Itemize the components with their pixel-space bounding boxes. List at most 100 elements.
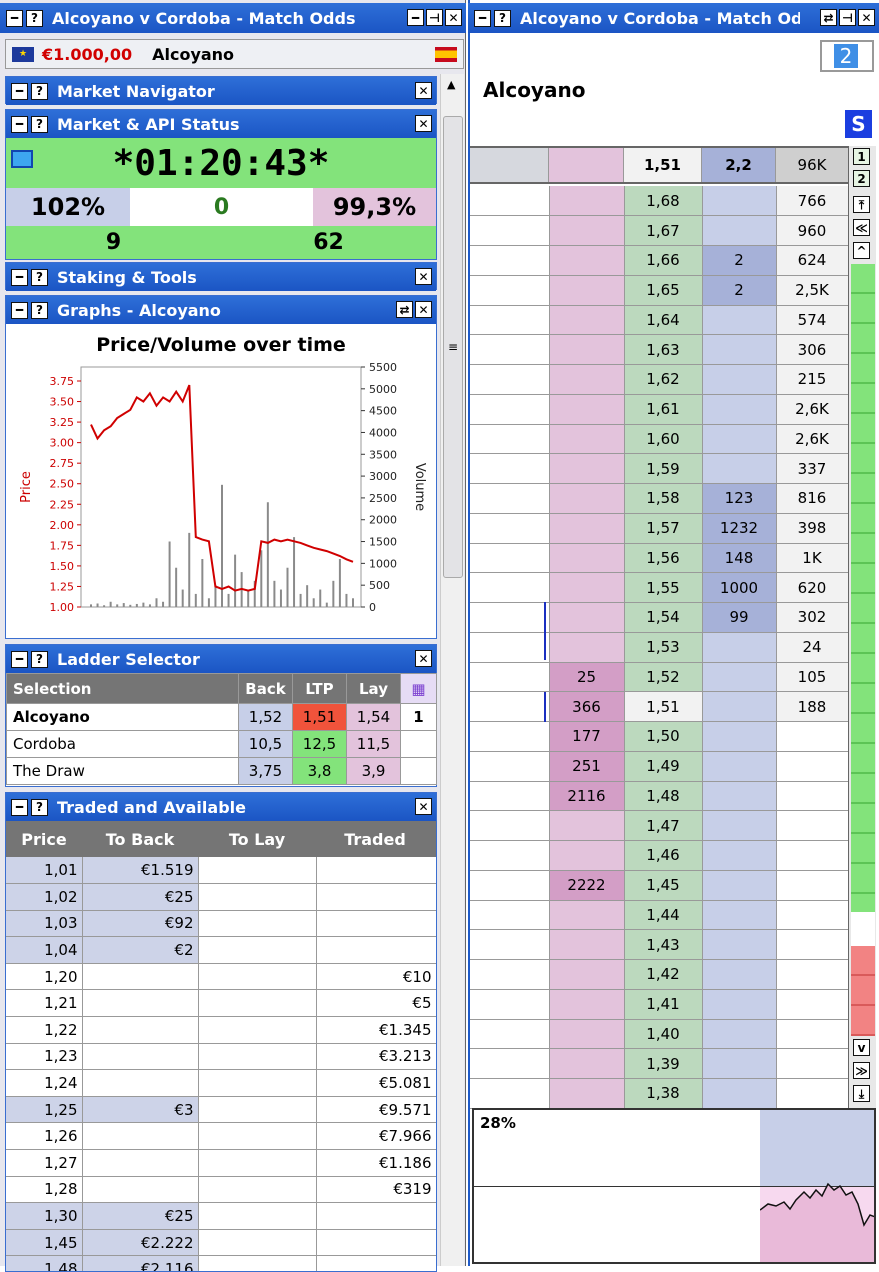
minimize-icon[interactable]: ━ [11,650,28,668]
close-icon[interactable]: ✕ [415,798,432,815]
minimize-icon[interactable]: ━ [474,9,491,27]
lay-cell[interactable] [702,781,777,812]
scroll-up-icon[interactable]: ▲ [447,78,455,91]
help-icon[interactable]: ? [31,650,48,668]
back-cell[interactable] [549,424,625,455]
lay-cell[interactable] [702,751,777,782]
lay-cell[interactable] [702,989,777,1020]
back-cell[interactable] [549,810,625,841]
back-cell[interactable] [549,543,625,574]
lay-cell[interactable] [702,1048,777,1079]
help-icon[interactable]: ? [26,9,43,27]
close-icon[interactable]: ✕ [415,115,432,132]
lay-cell[interactable]: 1232 [702,513,777,544]
lay-cell[interactable] [702,810,777,841]
lay-cell[interactable] [702,364,777,395]
lay-cell[interactable] [702,453,777,484]
selection-name[interactable]: Alcoyano [6,703,239,731]
lay-cell[interactable] [702,305,777,336]
minimize-icon[interactable]: ━ [11,268,28,286]
lay-price[interactable]: 1,54 [346,703,401,731]
lay-price[interactable]: 3,9 [346,757,401,785]
back-cell[interactable] [549,513,625,544]
selector-row-cordoba[interactable]: Cordoba 10,5 12,5 11,5 [6,730,437,758]
page-up-icon[interactable]: ≪ [853,219,870,236]
back-cell[interactable] [549,602,625,633]
page-down-icon[interactable]: ≫ [853,1062,870,1079]
help-icon[interactable]: ? [494,9,511,27]
lay-cell[interactable]: 148 [702,543,777,574]
back-cell[interactable] [549,186,625,217]
minimize-icon[interactable]: ━ [11,115,28,133]
back-cell[interactable] [549,275,625,306]
refresh-icon[interactable]: ⇄ [396,301,413,318]
back-price[interactable]: 10,5 [238,730,293,758]
back-price[interactable]: 1,52 [238,703,293,731]
lay-cell[interactable] [702,1019,777,1050]
close-icon[interactable]: ✕ [415,268,432,285]
lay-cell[interactable]: 2 [702,275,777,306]
lay-cell[interactable] [702,394,777,425]
lay-cell[interactable] [702,632,777,663]
refresh-icon[interactable]: ⇄ [820,9,837,26]
lay-cell[interactable] [702,959,777,990]
help-icon[interactable]: ? [31,301,48,319]
ladder-option-2-icon[interactable]: 2 [853,170,870,187]
close-icon[interactable]: ✕ [415,650,432,667]
selection-name[interactable]: The Draw [6,757,239,785]
selection-name[interactable]: Cordoba [6,730,239,758]
back-cell[interactable] [549,394,625,425]
minimize-icon[interactable]: ━ [11,798,28,816]
lay-cell[interactable] [702,870,777,901]
minimize-icon[interactable]: ━ [11,301,28,319]
pin-icon[interactable]: ⊣ [426,9,443,26]
left-window-titlebar[interactable]: ━ ? Alcoyano v Cordoba - Match Odds ━ ⊣ … [0,3,466,33]
lay-cell[interactable] [702,186,777,217]
lay-cell[interactable]: 1000 [702,572,777,603]
close-icon[interactable]: ✕ [858,9,875,26]
back-cell[interactable] [549,1019,625,1050]
back-cell[interactable]: 2116 [549,781,625,812]
back-cell[interactable]: 2222 [549,870,625,901]
lay-cell[interactable] [702,840,777,871]
minimize-icon[interactable]: ━ [11,82,28,100]
grid-icon[interactable]: ▦ [400,673,437,704]
back-cell[interactable]: 251 [549,751,625,782]
lay-cell[interactable] [702,1078,777,1109]
minimize-icon[interactable]: ━ [6,9,23,27]
step-up-icon[interactable]: ^ [853,242,870,259]
back-cell[interactable] [549,1078,625,1109]
back-cell[interactable] [549,215,625,246]
selector-row-draw[interactable]: The Draw 3,75 3,8 3,9 [6,757,437,785]
selector-row-alcoyano[interactable]: Alcoyano 1,52 1,51 1,54 1 [6,703,437,731]
back-cell[interactable] [549,305,625,336]
lay-cell[interactable] [702,662,777,693]
back-cell[interactable]: 25 [549,662,625,693]
back-cell[interactable] [549,483,625,514]
lay-price[interactable]: 11,5 [346,730,401,758]
lay-cell[interactable] [702,691,777,722]
s-button[interactable]: S [845,110,872,138]
pin-icon[interactable]: ⊣ [839,9,856,26]
help-icon[interactable]: ? [31,268,48,286]
back-cell[interactable] [549,900,625,931]
back-price[interactable]: 3,75 [238,757,293,785]
step-down-icon[interactable]: v [853,1039,870,1056]
back-cell[interactable]: 177 [549,721,625,752]
back-cell[interactable] [549,453,625,484]
lay-cell[interactable]: 123 [702,483,777,514]
back-cell[interactable] [549,334,625,365]
scroll-thumb[interactable]: ≡ [443,116,463,578]
back-cell[interactable] [549,245,625,276]
minimize-icon[interactable]: ━ [407,9,424,26]
lay-cell[interactable]: 2 [702,245,777,276]
back-cell[interactable] [549,959,625,990]
back-cell[interactable] [549,989,625,1020]
help-icon[interactable]: ? [31,798,48,816]
scroll-bottom-icon[interactable]: ⤓ [853,1085,870,1102]
help-icon[interactable]: ? [31,82,48,100]
close-icon[interactable]: ✕ [415,82,432,99]
close-icon[interactable]: ✕ [415,301,432,318]
back-cell[interactable] [549,632,625,663]
back-cell[interactable]: 366 [549,691,625,722]
